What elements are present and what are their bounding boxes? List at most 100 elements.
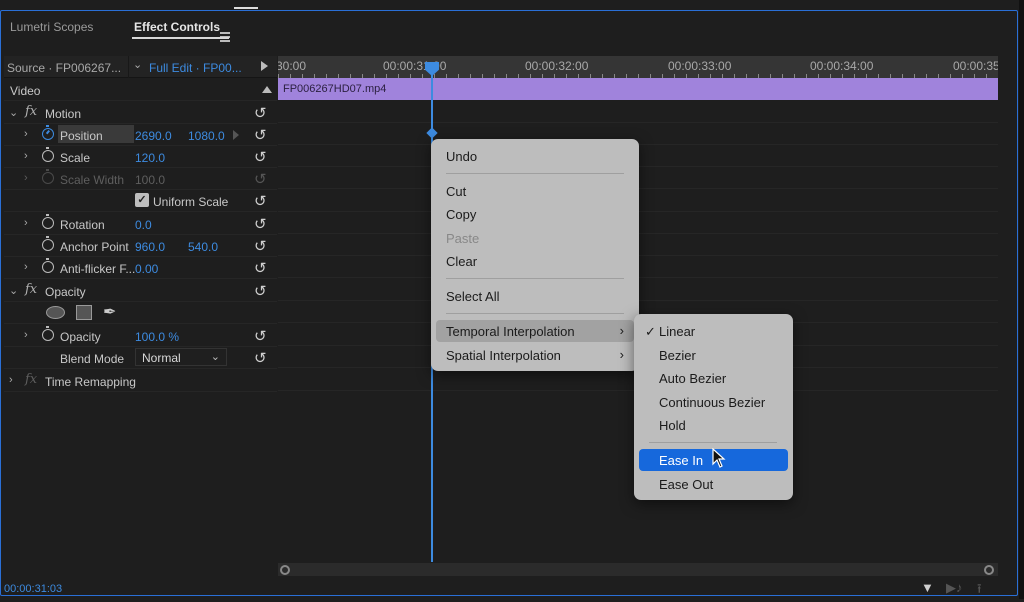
source-clip-label[interactable]: Source · FP006267... xyxy=(7,61,121,75)
context-menu: Undo Cut Copy Paste Clear Select All Tem… xyxy=(431,139,639,371)
rectangle-mask-icon[interactable] xyxy=(76,305,92,320)
chevron-right-icon[interactable]: › xyxy=(24,150,28,162)
opacity-value[interactable]: 100.0 % xyxy=(135,330,179,344)
menu-item-spatial-interpolation[interactable]: Spatial Interpolation › xyxy=(436,344,634,366)
property-label: Opacity xyxy=(60,330,101,344)
stopwatch-icon[interactable] xyxy=(42,326,54,341)
reset-icon[interactable]: ↺ xyxy=(254,237,267,255)
tab-effect-controls[interactable]: Effect Controls xyxy=(134,20,220,34)
fx-icon[interactable]: fx xyxy=(25,104,37,119)
menu-item-clear[interactable]: Clear xyxy=(436,250,634,272)
scroll-handle-left[interactable] xyxy=(280,565,290,575)
chevron-right-icon[interactable]: › xyxy=(24,261,28,273)
property-label: Anchor Point xyxy=(60,240,129,254)
reset-icon[interactable]: ↺ xyxy=(254,349,267,367)
property-label: Scale Width xyxy=(60,173,125,187)
mouse-cursor-icon xyxy=(712,448,726,468)
stopwatch-icon[interactable] xyxy=(42,125,54,140)
chevron-down-icon: ⌄ xyxy=(210,351,220,363)
clip-name: FP006267HD07.mp4 xyxy=(283,83,387,95)
reset-icon[interactable]: ↺ xyxy=(254,215,267,233)
menu-item-label: Cut xyxy=(446,184,467,199)
reset-icon[interactable]: ↺ xyxy=(254,148,267,166)
rotation-value[interactable]: 0.0 xyxy=(135,218,152,232)
current-timecode[interactable]: 00:00:31:03 xyxy=(4,583,62,595)
property-label: Anti-flicker F... xyxy=(60,262,136,276)
property-anti-flicker: › Anti-flicker F... 0.00 ↺ xyxy=(4,257,277,279)
menu-item-label: Continuous Bezier xyxy=(659,395,766,410)
stopwatch-icon[interactable] xyxy=(42,258,54,273)
menu-separator xyxy=(446,278,624,279)
chevron-down-icon[interactable]: ⌄ xyxy=(133,58,142,71)
menu-item-select-all[interactable]: Select All xyxy=(436,285,634,307)
menu-item-label: Bezier xyxy=(659,348,696,363)
ruler-label: 00:00:32:00 xyxy=(525,59,589,73)
menu-item-label: Copy xyxy=(446,207,477,222)
anti-flicker-value[interactable]: 0.00 xyxy=(135,262,158,276)
chevron-right-icon[interactable]: › xyxy=(24,172,28,184)
ruler-label: 30:00 xyxy=(278,59,307,73)
tab-lumetri-scopes[interactable]: Lumetri Scopes xyxy=(10,20,93,34)
submenu-item-bezier[interactable]: Bezier xyxy=(639,344,788,366)
chevron-right-icon[interactable]: › xyxy=(24,329,28,341)
source-bar: Source · FP006267... ⌄ Full Edit · FP00.… xyxy=(4,56,277,78)
chevron-down-icon[interactable]: ⌄ xyxy=(9,284,18,297)
uniform-scale-checkbox[interactable]: ✓ xyxy=(135,193,149,207)
stopwatch-icon[interactable] xyxy=(42,214,54,229)
reset-icon[interactable]: ↺ xyxy=(254,104,267,122)
menu-item-copy[interactable]: Copy xyxy=(436,203,634,225)
position-x-value[interactable]: 2690.0 xyxy=(135,129,172,143)
submenu-item-linear[interactable]: ✓ Linear xyxy=(639,320,788,342)
show-timeline-toggle-icon[interactable] xyxy=(261,61,268,71)
window-drag-handle[interactable] xyxy=(234,7,258,9)
position-y-value[interactable]: 1080.0 xyxy=(188,129,225,143)
chevron-right-icon[interactable]: › xyxy=(24,128,28,140)
submenu-item-continuous-bezier[interactable]: Continuous Bezier xyxy=(639,391,788,413)
clip-bar[interactable]: FP006267HD07.mp4 xyxy=(278,78,998,100)
submenu-item-auto-bezier[interactable]: Auto Bezier xyxy=(639,367,788,389)
sequence-dropdown[interactable]: Full Edit · FP00... xyxy=(149,61,242,75)
fx-icon[interactable]: fx xyxy=(25,282,37,297)
reset-icon[interactable]: ↺ xyxy=(254,126,267,144)
menu-item-label: Paste xyxy=(446,231,480,246)
menu-item-label: Undo xyxy=(446,149,478,164)
menu-item-label: Temporal Interpolation xyxy=(446,324,575,339)
property-label: Scale xyxy=(60,151,91,165)
menu-item-undo[interactable]: Undo xyxy=(436,145,634,167)
anchor-y-value[interactable]: 540.0 xyxy=(188,240,218,254)
property-blend-mode: Blend Mode Normal ⌄ ↺ xyxy=(4,347,277,369)
reset-icon[interactable]: ↺ xyxy=(254,259,267,277)
reset-icon[interactable]: ↺ xyxy=(254,282,267,300)
menu-item-label: Ease In xyxy=(659,453,704,468)
active-tab-indicator xyxy=(132,37,229,39)
property-label: Blend Mode xyxy=(60,352,125,366)
anchor-x-value[interactable]: 960.0 xyxy=(135,240,165,254)
submenu-item-hold[interactable]: Hold xyxy=(639,414,788,436)
scroll-handle-right[interactable] xyxy=(984,565,994,575)
video-section-header: Video xyxy=(4,79,277,101)
chevron-down-icon[interactable]: ⌄ xyxy=(9,106,18,119)
pen-mask-icon[interactable]: ✒ xyxy=(103,302,116,322)
submenu-item-ease-out[interactable]: Ease Out xyxy=(639,473,788,495)
reset-icon[interactable]: ↺ xyxy=(254,192,267,210)
chevron-right-icon[interactable]: › xyxy=(24,217,28,229)
menu-item-cut[interactable]: Cut xyxy=(436,180,634,202)
time-ruler[interactable]: 30:00 00:00:31:00 00:00:32:00 00:00:33:0… xyxy=(278,56,998,78)
menu-item-temporal-interpolation[interactable]: Temporal Interpolation › xyxy=(436,320,634,342)
filter-icon[interactable]: ▼ xyxy=(921,580,934,595)
window-edge xyxy=(1019,0,1024,599)
blend-mode-dropdown[interactable]: Normal ⌄ xyxy=(135,348,227,366)
stopwatch-icon[interactable] xyxy=(42,147,54,162)
effect-label: Opacity xyxy=(45,285,86,299)
scale-value[interactable]: 120.0 xyxy=(135,151,165,165)
collapse-triangle-icon[interactable] xyxy=(262,86,272,93)
menu-item-label: Select All xyxy=(446,289,500,304)
play-audio-icon[interactable]: ▶♪ xyxy=(946,580,963,596)
chevron-right-icon[interactable]: › xyxy=(9,374,13,386)
stopwatch-icon[interactable] xyxy=(42,236,54,251)
timeline-zoom-scrollbar[interactable] xyxy=(278,563,998,576)
ellipse-mask-icon[interactable] xyxy=(46,306,65,319)
next-keyframe-icon[interactable] xyxy=(233,130,239,140)
reset-icon[interactable]: ↺ xyxy=(254,327,267,345)
track-row xyxy=(278,101,998,123)
